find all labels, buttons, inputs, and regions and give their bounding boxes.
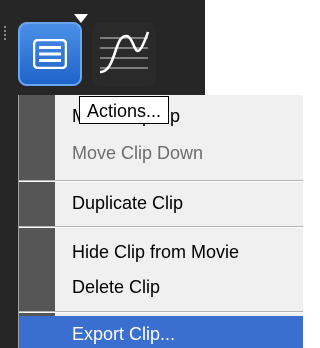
hamburger-menu-icon (33, 39, 67, 69)
bezier-curve-icon (99, 31, 150, 74)
actions-context-menu: Move Clip Up Move Clip Down Duplicate Cl… (18, 95, 303, 348)
menu-item-export-clip[interactable]: Export Clip... (19, 316, 303, 348)
dropdown-triangle-icon (74, 14, 88, 23)
panel-background (0, 95, 18, 348)
menu-separator (19, 180, 303, 182)
menu-item-move-clip-down: Move Clip Down (72, 143, 204, 163)
actions-tooltip: Actions... (79, 96, 170, 124)
menu-item-duplicate-clip[interactable]: Duplicate Clip (55, 185, 303, 221)
menu-separator (19, 226, 303, 228)
menu-separator (19, 311, 303, 313)
curve-editor-button[interactable] (92, 22, 156, 86)
app-window: Move Clip Up Move Clip Down Duplicate Cl… (0, 0, 303, 348)
menu-item-delete-clip[interactable]: Delete Clip (55, 269, 303, 305)
resize-grip-icon[interactable] (4, 26, 6, 40)
menu-item-hide-clip-from-movie[interactable]: Hide Clip from Movie (55, 234, 303, 270)
actions-button[interactable] (18, 22, 82, 86)
